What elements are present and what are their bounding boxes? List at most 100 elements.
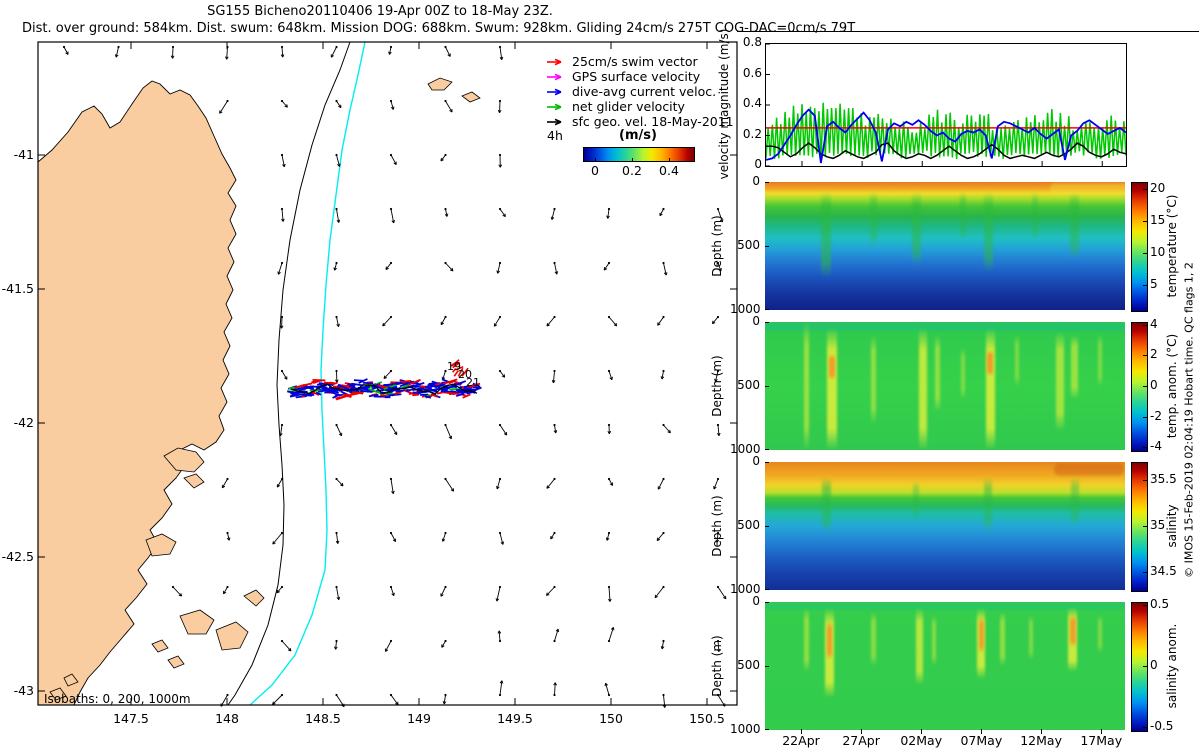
colorbar-temperature xyxy=(1131,182,1148,312)
colorbar-tick: -0.5 xyxy=(1150,719,1174,734)
date-tickmark xyxy=(1041,729,1043,734)
heatmap-streak xyxy=(828,354,835,380)
heatmap-streak xyxy=(1054,462,1124,478)
heatmap-streak xyxy=(985,328,995,450)
depth-tickmark xyxy=(765,309,769,310)
heatmap-streak xyxy=(1032,192,1038,240)
colorbar-tickmark xyxy=(1143,727,1147,729)
colorbar-tick: 20 xyxy=(1150,181,1166,196)
date-xtick: 07May xyxy=(960,733,1003,748)
depth-ytick: 0 xyxy=(752,454,760,468)
heatmap-streak xyxy=(1029,614,1034,660)
depth-tickmark xyxy=(765,322,769,323)
velocity-ytick: 0.8 xyxy=(742,35,762,49)
heatmap-streak xyxy=(1070,477,1079,526)
heatmap-streak xyxy=(870,612,876,666)
heatmap-streak xyxy=(911,192,921,266)
heatmap-streak xyxy=(803,322,809,450)
map-lon-tick: 147.5 xyxy=(113,711,149,726)
date-xtick: 12May xyxy=(1020,733,1062,748)
map-lat-tick: -41 xyxy=(14,147,34,162)
heatmap-streak xyxy=(765,322,1125,333)
map-lon-tick: 148.5 xyxy=(305,711,341,726)
depth-ytick: 500 xyxy=(737,658,760,672)
legend-entry-label: GPS surface velocity xyxy=(572,69,701,84)
depth-ylabel: Depth (m) xyxy=(710,495,724,557)
heatmap-streak xyxy=(1097,614,1102,654)
colorbar-tickmark xyxy=(1143,324,1147,326)
legend-arrow-icon xyxy=(547,73,562,80)
depth-tickmark xyxy=(765,526,769,527)
heatmap-streak xyxy=(1097,334,1102,386)
colorbar-tickmark xyxy=(1143,526,1147,527)
depth-ytick: 500 xyxy=(737,238,760,252)
legend-colorbar-tickmark xyxy=(632,158,633,162)
velocity-ytick: 0 xyxy=(754,157,762,171)
heatmap-streak xyxy=(869,192,877,246)
figure-root: SG155 Bicheno20110406 19-Apr 00Z to 18-M… xyxy=(0,0,1200,750)
colorbar-tickmark xyxy=(1143,447,1147,449)
map-lon-tick: 149.5 xyxy=(497,711,533,726)
heatmap-streak xyxy=(1015,334,1019,386)
colorbar-tickmark xyxy=(1143,572,1147,574)
heatmap-streak xyxy=(919,328,928,450)
map-lon-tick: 148 xyxy=(215,711,239,726)
heatmap-streak xyxy=(1000,612,1006,666)
velocity-ytick: 0.4 xyxy=(742,96,762,110)
colorbar-tick: 35.5 xyxy=(1150,471,1177,486)
colorbar-tick: 4 xyxy=(1150,316,1158,331)
date-xtick: 22Apr xyxy=(782,733,820,748)
legend-entry-label: sfc geo. vel. 18-May-2011 xyxy=(572,114,734,129)
heatmap-streak xyxy=(987,350,993,376)
depth-tickmark xyxy=(765,246,769,247)
depth-ytick: 0 xyxy=(752,594,760,608)
colorbar-tickmark xyxy=(1143,666,1147,667)
velocity-chart xyxy=(765,43,1127,167)
heatmap-temp-anomaly xyxy=(765,322,1125,450)
map-lat-tick: -42.5 xyxy=(2,549,34,564)
heatmap-streak xyxy=(983,192,993,272)
heatmap-streak xyxy=(935,334,941,412)
heatmap-streak xyxy=(984,477,993,533)
colorbar-tickmark xyxy=(1143,479,1147,481)
legend-entry-label: net glider velocity xyxy=(572,99,685,114)
depth-tickmark xyxy=(765,729,769,730)
colorbar-tick: 34.5 xyxy=(1150,564,1177,579)
depth-tickmark xyxy=(765,386,769,387)
heatmap-streak xyxy=(1056,332,1065,431)
island xyxy=(151,639,169,653)
island xyxy=(167,655,185,669)
depth-ylabel: Depth (m) xyxy=(710,355,724,417)
legend-arrow-icon xyxy=(547,88,562,95)
velocity-ylabel: velocity magnitude (m/s) xyxy=(717,28,731,180)
date-xtick: 17May xyxy=(1080,733,1123,748)
depth-tickmark xyxy=(765,666,769,667)
map-lon-tick: 150 xyxy=(599,711,623,726)
depth-ytick: 500 xyxy=(737,518,760,532)
colorbar-tickmark xyxy=(1143,355,1147,357)
heatmap-streak xyxy=(821,477,831,533)
heatmap-streak xyxy=(1071,334,1079,399)
heatmap-streak xyxy=(913,481,920,520)
depth-tickmark xyxy=(765,182,769,183)
map-lat-tick: -42 xyxy=(14,415,34,430)
legend-colorbar-title: (m/s) xyxy=(619,128,657,143)
top-rule-line xyxy=(737,31,1199,32)
map-lon-tick: 149 xyxy=(407,711,431,726)
date-tickmark xyxy=(801,729,802,734)
date-tickmark xyxy=(921,729,923,734)
colorbar-label: salinity xyxy=(1165,504,1179,548)
island xyxy=(461,91,481,103)
legend-duration-label: 4h xyxy=(547,128,563,143)
heatmap-streak xyxy=(916,608,924,686)
colorbar-tick: -4 xyxy=(1150,439,1162,454)
colorbar-salinity-anomaly xyxy=(1131,602,1148,732)
colorbar-tickmark xyxy=(1143,386,1147,387)
colorbar-tickmark xyxy=(1143,604,1147,606)
date-xtick: 02May xyxy=(900,733,943,748)
heatmap-streak xyxy=(803,608,809,673)
heatmap-streak xyxy=(826,328,837,450)
date-xtick: 27Apr xyxy=(842,733,880,748)
depth-tickmark xyxy=(765,449,769,450)
track-day-label: 21 xyxy=(466,376,480,389)
